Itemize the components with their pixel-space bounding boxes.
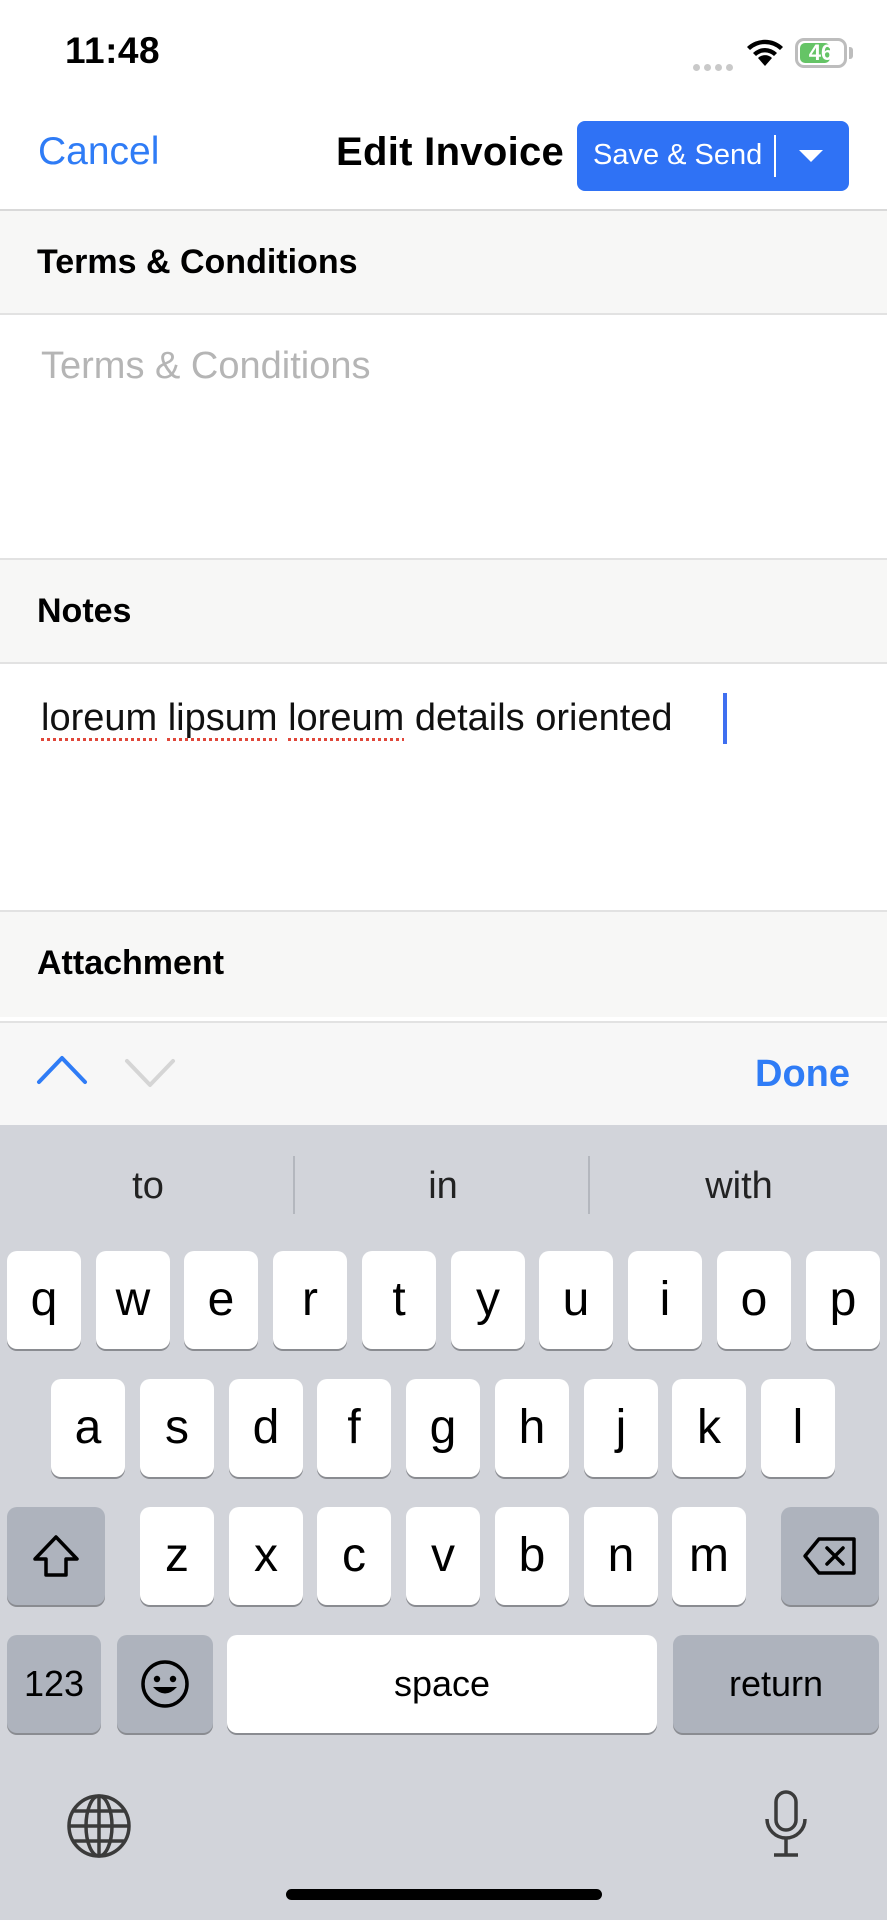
key-z[interactable]: z bbox=[140, 1507, 214, 1605]
terms-input[interactable]: Terms & Conditions bbox=[41, 345, 370, 388]
key-d[interactable]: d bbox=[229, 1379, 303, 1477]
attachment-section-header[interactable]: Attachment bbox=[0, 912, 887, 1017]
space-key[interactable]: space bbox=[227, 1635, 657, 1733]
key-n[interactable]: n bbox=[584, 1507, 658, 1605]
key-v[interactable]: v bbox=[406, 1507, 480, 1605]
dropdown-arrow-icon[interactable] bbox=[799, 150, 823, 162]
terms-header-label: Terms & Conditions bbox=[37, 243, 358, 281]
key-o[interactable]: o bbox=[717, 1251, 791, 1349]
notes-header-label: Notes bbox=[37, 592, 132, 630]
text-cursor bbox=[723, 693, 727, 744]
key-j[interactable]: j bbox=[584, 1379, 658, 1477]
key-p[interactable]: p bbox=[806, 1251, 880, 1349]
key-m[interactable]: m bbox=[672, 1507, 746, 1605]
chevron-down-icon[interactable] bbox=[124, 1055, 176, 1094]
key-c[interactable]: c bbox=[317, 1507, 391, 1605]
key-f[interactable]: f bbox=[317, 1379, 391, 1477]
attachment-header-label: Attachment bbox=[37, 944, 225, 982]
save-send-button[interactable]: Save & Send bbox=[577, 121, 849, 191]
home-indicator bbox=[286, 1889, 602, 1900]
notes-word: details oriented bbox=[414, 697, 673, 739]
battery-icon: 46 bbox=[795, 38, 847, 68]
key-q[interactable]: q bbox=[7, 1251, 81, 1349]
suggestion-item[interactable]: with bbox=[639, 1165, 839, 1208]
backspace-icon bbox=[803, 1537, 856, 1575]
suggestion-item[interactable]: in bbox=[343, 1165, 543, 1208]
key-y[interactable]: y bbox=[451, 1251, 525, 1349]
numbers-key[interactable]: 123 bbox=[7, 1635, 101, 1733]
key-u[interactable]: u bbox=[539, 1251, 613, 1349]
return-key[interactable]: return bbox=[673, 1635, 879, 1733]
microphone-icon[interactable] bbox=[760, 1789, 812, 1866]
battery-level: 46 bbox=[808, 40, 834, 65]
key-b[interactable]: b bbox=[495, 1507, 569, 1605]
notes-section-header: Notes bbox=[0, 560, 887, 662]
notes-word: lipsum bbox=[167, 697, 278, 739]
chevron-up-icon[interactable] bbox=[36, 1052, 88, 1091]
done-button[interactable]: Done bbox=[755, 1053, 850, 1096]
save-send-label: Save & Send bbox=[593, 139, 763, 171]
key-r[interactable]: r bbox=[273, 1251, 347, 1349]
key-l[interactable]: l bbox=[761, 1379, 835, 1477]
cancel-button[interactable]: Cancel bbox=[38, 130, 159, 174]
terms-section-header: Terms & Conditions bbox=[0, 211, 887, 313]
delete-key[interactable] bbox=[781, 1507, 879, 1605]
emoji-icon bbox=[141, 1660, 189, 1708]
cellular-signal-icon bbox=[693, 58, 737, 76]
shift-key[interactable] bbox=[7, 1507, 105, 1605]
suggestion-item[interactable]: to bbox=[48, 1165, 248, 1208]
key-h[interactable]: h bbox=[495, 1379, 569, 1477]
page-title: Edit Invoice bbox=[336, 130, 565, 174]
globe-icon[interactable] bbox=[66, 1793, 132, 1864]
key-k[interactable]: k bbox=[672, 1379, 746, 1477]
key-i[interactable]: i bbox=[628, 1251, 702, 1349]
notes-word: loreum bbox=[41, 697, 158, 739]
shift-icon bbox=[33, 1535, 79, 1577]
key-g[interactable]: g bbox=[406, 1379, 480, 1477]
notes-word: loreum bbox=[288, 697, 405, 739]
key-s[interactable]: s bbox=[140, 1379, 214, 1477]
key-e[interactable]: e bbox=[184, 1251, 258, 1349]
key-t[interactable]: t bbox=[362, 1251, 436, 1349]
wifi-icon bbox=[745, 38, 785, 73]
key-w[interactable]: w bbox=[96, 1251, 170, 1349]
status-time: 11:48 bbox=[65, 30, 161, 71]
key-x[interactable]: x bbox=[229, 1507, 303, 1605]
notes-input[interactable]: loreum lipsum loreum details oriented bbox=[41, 697, 673, 740]
emoji-key[interactable] bbox=[117, 1635, 213, 1733]
key-a[interactable]: a bbox=[51, 1379, 125, 1477]
